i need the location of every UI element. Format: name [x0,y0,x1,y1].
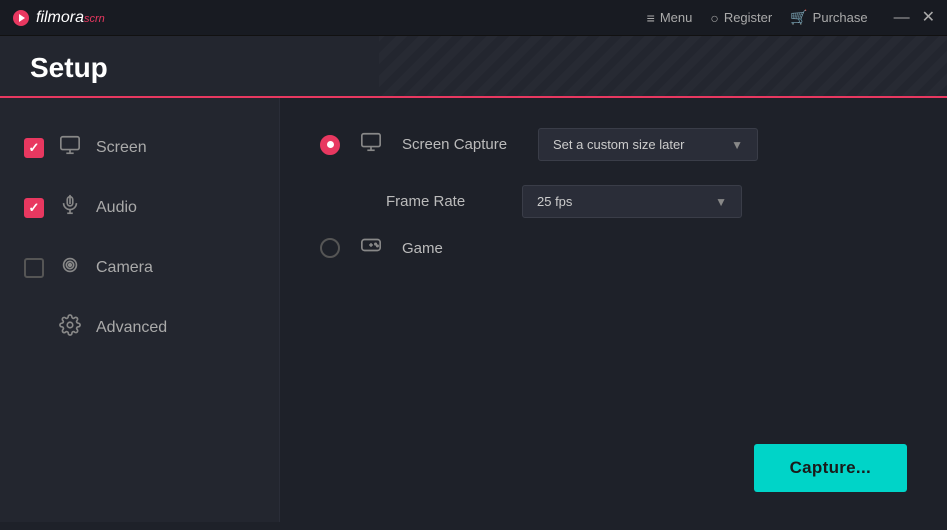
screen-capture-value: Set a custom size later [553,137,685,152]
screen-label: Screen [96,139,147,157]
frame-rate-row: Frame Rate 25 fps ▼ [386,185,907,218]
screen-capture-dropdown[interactable]: Set a custom size later ▼ [538,128,758,161]
sidebar-item-camera[interactable]: Camera [0,238,279,298]
frame-rate-dropdown[interactable]: 25 fps ▼ [522,185,742,218]
sidebar: Screen Audio [0,98,280,522]
window-controls: — ✕ [894,10,935,26]
game-option: Game [320,234,907,262]
screen-checkbox[interactable] [24,138,44,158]
screen-capture-label: Screen Capture [402,136,522,153]
sidebar-item-screen[interactable]: Screen [0,118,279,178]
camera-label: Camera [96,259,153,277]
advanced-label: Advanced [96,319,167,337]
game-icon [356,234,386,262]
frame-rate-value: 25 fps [537,194,572,209]
camera-checkbox[interactable] [24,258,44,278]
menu-button[interactable]: ≡ Menu [647,10,693,26]
audio-label: Audio [96,199,137,217]
logo-area: filmorascrn [12,9,105,27]
gear-icon [58,314,82,342]
minimize-button[interactable]: — [894,10,910,26]
cart-icon: 🛒 [790,9,807,26]
sidebar-item-advanced[interactable]: Advanced [0,298,279,358]
audio-icon [58,194,82,222]
title-bar: filmorascrn ≡ Menu ○ Register 🛒 Purchase… [0,0,947,36]
menu-icon: ≡ [647,10,655,26]
capture-button[interactable]: Capture... [754,444,907,492]
close-button[interactable]: ✕ [922,10,935,26]
game-radio[interactable] [320,238,340,258]
header: Setup [0,36,947,98]
advanced-checkbox[interactable] [24,318,44,338]
logo-icon [12,9,30,27]
register-label: Register [724,10,772,25]
main-content: Screen Audio [0,98,947,522]
camera-icon [58,254,82,282]
screen-capture-icon [356,131,386,159]
game-label: Game [402,240,522,257]
frame-rate-label: Frame Rate [386,193,506,210]
purchase-button[interactable]: 🛒 Purchase [790,9,867,26]
menu-label: Menu [660,10,693,25]
register-button[interactable]: ○ Register [710,10,772,26]
purchase-label: Purchase [813,10,868,25]
screen-capture-radio[interactable] [320,135,340,155]
register-icon: ○ [710,10,718,26]
title-bar-actions: ≡ Menu ○ Register 🛒 Purchase — ✕ [647,9,935,26]
screen-settings: Frame Rate 25 fps ▼ [386,185,907,218]
screen-icon [58,134,82,162]
chevron-down-icon-2: ▼ [715,195,727,209]
chevron-down-icon: ▼ [731,138,743,152]
screen-capture-option: Screen Capture Set a custom size later ▼ [320,128,907,161]
sidebar-item-audio[interactable]: Audio [0,178,279,238]
audio-checkbox[interactable] [24,198,44,218]
right-panel: Screen Capture Set a custom size later ▼… [280,98,947,522]
logo-filmora: filmorascrn [36,9,105,27]
page-title: Setup [30,52,917,84]
